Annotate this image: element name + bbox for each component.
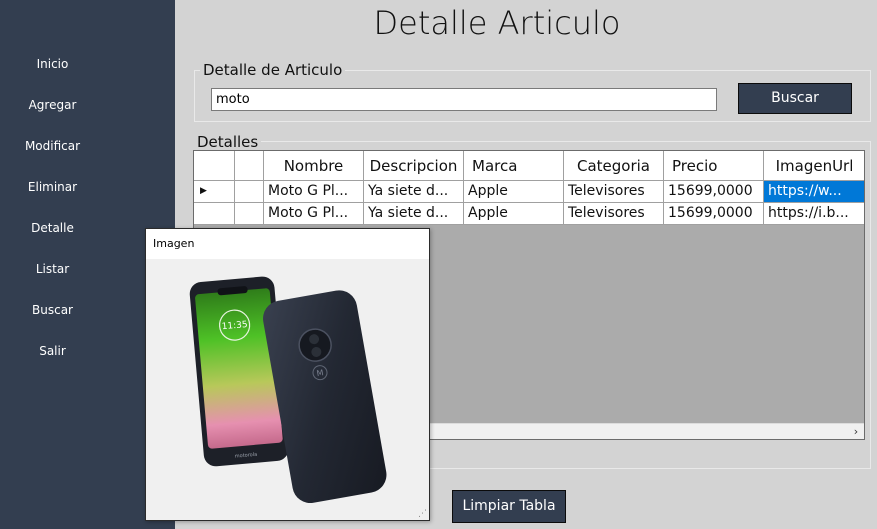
sidebar-item-modificar[interactable]: Modificar xyxy=(0,139,105,153)
column-header-imagenurl[interactable]: ImagenUrl xyxy=(764,151,864,181)
table-cell-nombre[interactable]: Moto G Pl... xyxy=(264,181,364,203)
table-cell-categoria[interactable]: Televisores xyxy=(564,203,664,225)
table-cell[interactable] xyxy=(235,203,264,225)
row-header[interactable] xyxy=(194,203,235,225)
scroll-right-icon[interactable]: › xyxy=(849,424,863,439)
page-title: Detalle Articulo xyxy=(373,4,621,42)
resize-grip-icon[interactable]: ⋰ xyxy=(418,509,427,519)
table-cell-precio[interactable]: 15699,0000 xyxy=(664,203,764,225)
table-cell-precio[interactable]: 15699,0000 xyxy=(664,181,764,203)
search-group-label: Detalle de Articulo xyxy=(200,61,346,79)
image-popup-window[interactable]: Imagen 11:35 motorola M ⋰ xyxy=(145,228,430,521)
sidebar-item-detalle[interactable]: Detalle xyxy=(0,221,105,235)
table-row[interactable]: Moto G Pl... Ya siete d... Apple Televis… xyxy=(194,203,864,225)
popup-title[interactable]: Imagen xyxy=(146,229,429,259)
sidebar-item-listar[interactable]: Listar xyxy=(0,262,105,276)
table-cell[interactable] xyxy=(235,181,264,203)
table-cell-descripcion[interactable]: Ya siete d... xyxy=(364,203,464,225)
current-row-indicator[interactable]: ▶ xyxy=(194,181,235,203)
details-group-label: Detalles xyxy=(194,133,262,151)
column-header-categoria[interactable]: Categoria xyxy=(564,151,664,181)
table-header-row: Nombre Descripcion Marca Categoria Preci… xyxy=(194,151,864,181)
table-cell-imagenurl[interactable]: https://w... xyxy=(764,181,864,203)
sidebar-item-inicio[interactable]: Inicio xyxy=(0,57,105,71)
column-header-blank[interactable] xyxy=(235,151,264,181)
column-header-precio[interactable]: Precio xyxy=(664,151,764,181)
row-header-corner xyxy=(194,151,235,181)
horizontal-scrollbar[interactable]: › xyxy=(430,423,864,439)
column-header-descripcion[interactable]: Descripcion xyxy=(364,151,464,181)
sidebar-item-agregar[interactable]: Agregar xyxy=(0,98,105,112)
sidebar-item-eliminar[interactable]: Eliminar xyxy=(0,180,105,194)
sidebar-item-salir[interactable]: Salir xyxy=(0,344,105,358)
table-cell-imagenurl[interactable]: https://i.b... xyxy=(764,203,864,225)
phone-image: 11:35 motorola M xyxy=(189,276,387,504)
search-input[interactable] xyxy=(211,88,717,111)
table-cell-descripcion[interactable]: Ya siete d... xyxy=(364,181,464,203)
table-cell-marca[interactable]: Apple xyxy=(464,203,564,225)
search-button[interactable]: Buscar xyxy=(738,83,852,114)
table-row[interactable]: ▶ Moto G Pl... Ya siete d... Apple Telev… xyxy=(194,181,864,203)
table-cell-marca[interactable]: Apple xyxy=(464,181,564,203)
column-header-marca[interactable]: Marca xyxy=(464,151,564,181)
table-cell-categoria[interactable]: Televisores xyxy=(564,181,664,203)
phone-back: M xyxy=(263,290,387,504)
clear-table-button[interactable]: Limpiar Tabla xyxy=(452,490,566,523)
sidebar-item-buscar[interactable]: Buscar xyxy=(0,303,105,317)
column-header-nombre[interactable]: Nombre xyxy=(264,151,364,181)
table-cell-nombre[interactable]: Moto G Pl... xyxy=(264,203,364,225)
